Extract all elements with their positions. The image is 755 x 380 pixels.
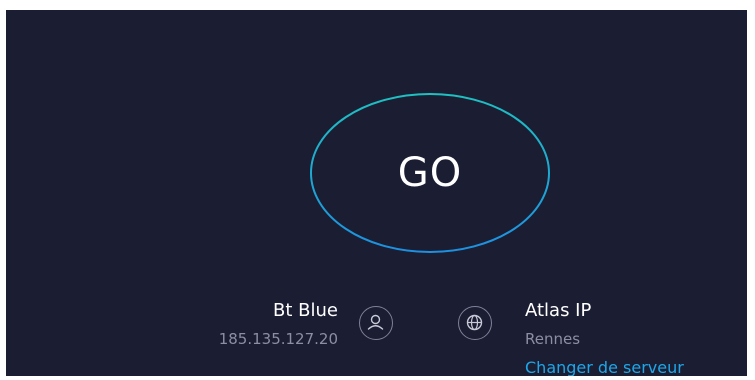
change-server-link[interactable]: Changer de serveur	[525, 358, 684, 376]
isp-ip-address: 185.135.127.20	[218, 330, 338, 348]
server-name: Atlas IP	[525, 300, 592, 321]
app-frame: GO Bt Blue 185.135.127.20 Atlas IP Renne…	[0, 0, 755, 380]
speedtest-panel: GO Bt Blue 185.135.127.20 Atlas IP Renne…	[6, 10, 747, 376]
server-city: Rennes	[525, 330, 581, 348]
go-button[interactable]: GO	[310, 93, 550, 253]
isp-name: Bt Blue	[273, 300, 338, 321]
globe-icon	[458, 306, 492, 340]
user-icon	[359, 306, 393, 340]
